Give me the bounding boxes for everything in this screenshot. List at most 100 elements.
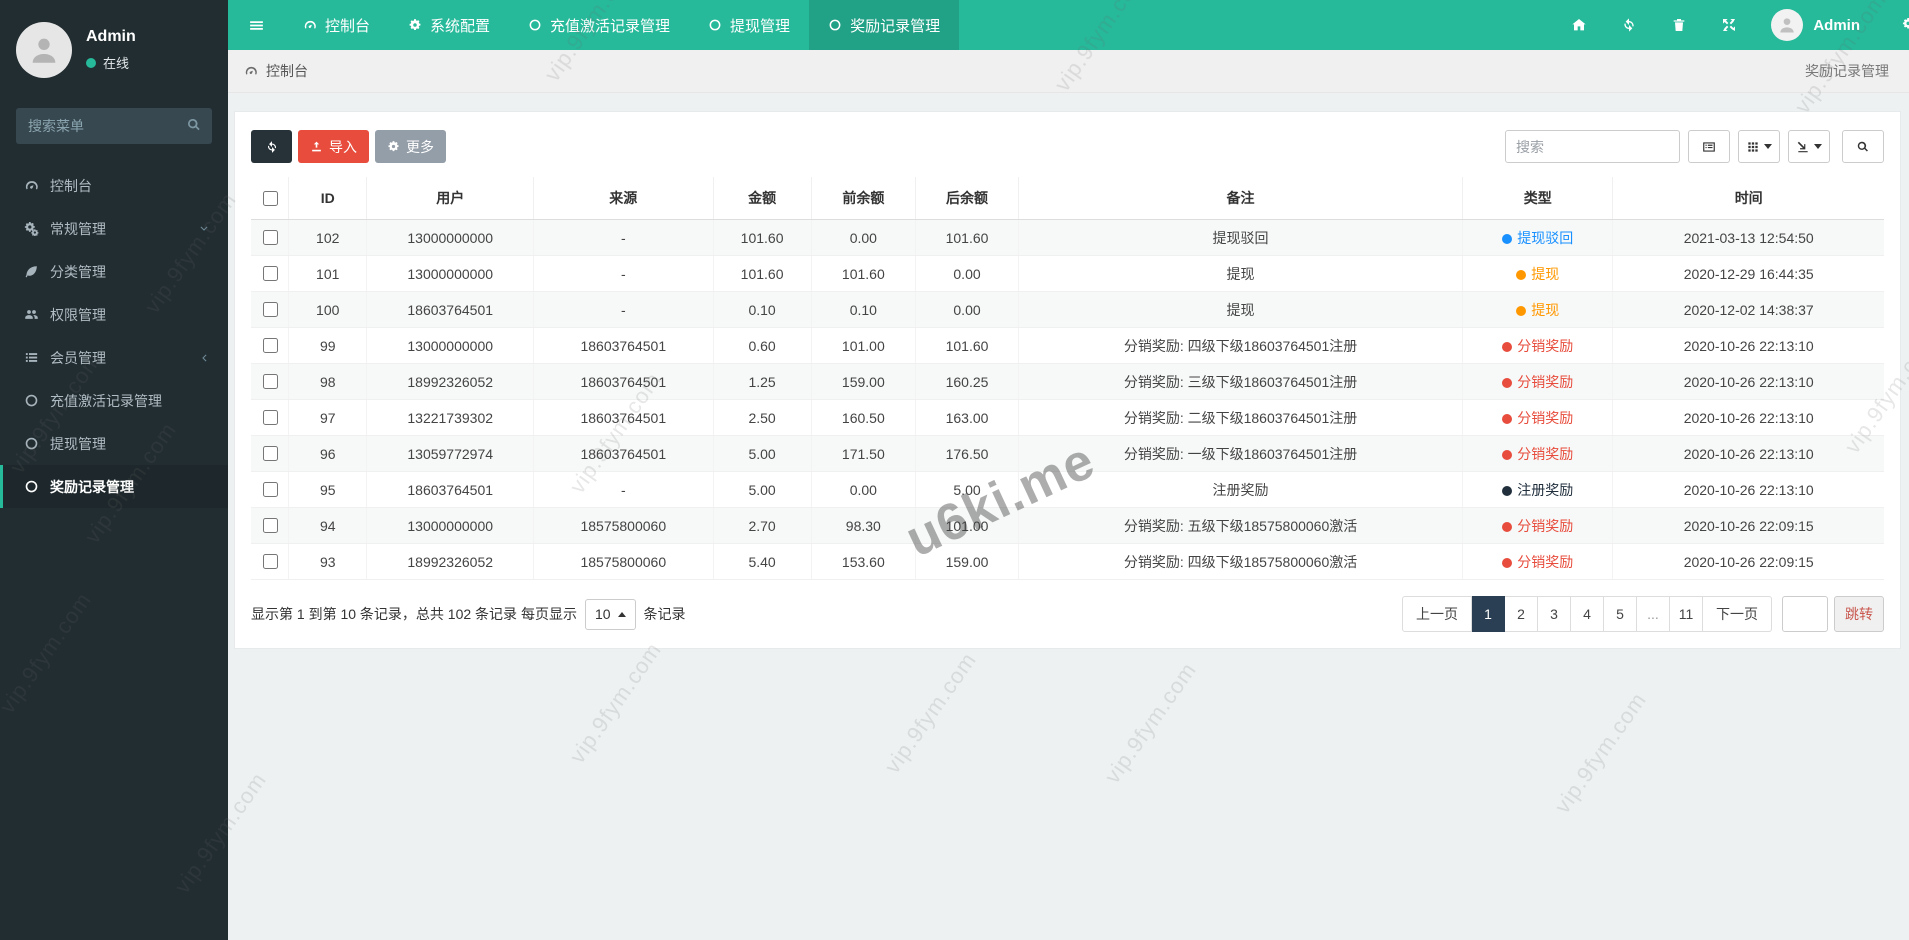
upload-icon — [310, 140, 323, 153]
chevron-left-icon — [198, 352, 210, 364]
topnav-item-2[interactable]: 系统配置 — [389, 0, 509, 50]
columns-button[interactable] — [1738, 130, 1780, 163]
gears-icon — [24, 221, 50, 236]
hamburger-icon — [248, 17, 265, 34]
column-header[interactable]: 用户 — [366, 177, 534, 220]
export-icon — [1796, 140, 1810, 154]
topnav-item-4[interactable]: 提现管理 — [689, 0, 809, 50]
page-button-11[interactable]: 11 — [1670, 596, 1703, 632]
page-button-1[interactable]: 1 — [1472, 596, 1505, 632]
column-header[interactable]: 来源 — [532, 177, 714, 220]
table-search-input[interactable] — [1505, 130, 1680, 163]
user-name: Admin — [1813, 16, 1860, 34]
time-cell: 2020-12-29 16:44:35 — [1612, 255, 1884, 292]
row-checkbox[interactable] — [262, 374, 278, 389]
avatar — [16, 22, 72, 78]
type-dot-icon — [1516, 305, 1527, 316]
row-checkbox[interactable] — [262, 410, 278, 425]
page-button-3[interactable]: 3 — [1538, 596, 1571, 632]
column-header[interactable]: 金额 — [712, 177, 812, 220]
pagination: 上一页 1 2 3 4 5... 11 下一页 — [1402, 596, 1772, 632]
export-button[interactable] — [1788, 130, 1830, 163]
topnav-item-5[interactable]: 奖励记录管理 — [809, 0, 960, 50]
page-next-button[interactable]: 下一页 — [1703, 596, 1772, 632]
topnav-item-label: 奖励记录管理 — [850, 17, 941, 35]
table-cell: - — [532, 255, 714, 292]
sidebar-item-4[interactable]: 权限管理 — [0, 293, 228, 336]
column-header[interactable]: 备注 — [1017, 177, 1464, 220]
page-button-4[interactable]: 4 — [1571, 596, 1604, 632]
column-header[interactable]: ID — [288, 177, 368, 220]
more-button[interactable]: 更多 — [375, 130, 446, 163]
list-icon — [24, 350, 50, 365]
table-cell: 2.50 — [712, 399, 812, 436]
page-size-select[interactable]: 10 — [584, 598, 636, 630]
content-area: 导入 更多 ID用户来源金额前余额后余额备注类型时间10213000000000… — [228, 93, 1909, 940]
breadcrumb[interactable]: 控制台 — [244, 61, 308, 81]
sidebar-item-label: 奖励记录管理 — [50, 478, 134, 495]
column-header[interactable]: 类型 — [1462, 177, 1614, 220]
row-checkbox[interactable] — [262, 266, 278, 281]
type-cell: 分销奖励 — [1462, 363, 1614, 400]
import-button[interactable]: 导入 — [298, 130, 369, 163]
hamburger-button[interactable] — [228, 0, 284, 50]
column-header[interactable]: 前余额 — [810, 177, 917, 220]
row-checkbox[interactable] — [262, 230, 278, 245]
page-button-5[interactable]: 5 — [1604, 596, 1637, 632]
type-cell: 注册奖励 — [1462, 471, 1614, 508]
jump-page-input[interactable] — [1782, 596, 1828, 632]
trash-button[interactable] — [1671, 17, 1687, 33]
table-cell: - — [532, 471, 714, 508]
row-checkbox[interactable] — [262, 302, 278, 317]
expand-button[interactable] — [1721, 17, 1737, 33]
time-cell: 2020-10-26 22:13:10 — [1612, 363, 1884, 400]
table-cell: 171.50 — [810, 435, 917, 472]
row-checkbox[interactable] — [262, 554, 278, 569]
page-prev-button[interactable]: 上一页 — [1402, 596, 1472, 632]
circle-icon — [24, 479, 50, 494]
search-button[interactable] — [1842, 130, 1884, 163]
sidebar-item-8[interactable]: 奖励记录管理 — [0, 465, 228, 508]
user-menu[interactable]: Admin — [1771, 9, 1860, 41]
header-checkbox-cell — [251, 177, 290, 220]
sidebar-item-3[interactable]: 分类管理 — [0, 250, 228, 293]
select-all-checkbox[interactable] — [262, 190, 278, 206]
table-cell: 0.10 — [712, 291, 812, 328]
row-checkbox[interactable] — [262, 482, 278, 497]
column-header[interactable]: 时间 — [1612, 177, 1884, 220]
sidebar-item-7[interactable]: 提现管理 — [0, 422, 228, 465]
topnav-item-1[interactable]: 控制台 — [284, 0, 389, 50]
sidebar-item-5[interactable]: 会员管理 — [0, 336, 228, 379]
type-dot-icon — [1502, 341, 1513, 352]
row-checkbox[interactable] — [262, 338, 278, 353]
detail-view-button[interactable] — [1688, 130, 1730, 163]
sidebar-search-input[interactable] — [16, 108, 212, 144]
home-button[interactable] — [1571, 17, 1587, 33]
row-checkbox-cell — [251, 291, 290, 328]
refresh-button[interactable] — [251, 130, 292, 163]
settings-button[interactable] — [1902, 17, 1909, 33]
row-checkbox[interactable] — [262, 518, 278, 533]
sidebar-item-2[interactable]: 常规管理 — [0, 207, 228, 250]
page-button-2[interactable]: 2 — [1505, 596, 1538, 632]
table-cell: 分销奖励: 四级下级18603764501注册 — [1017, 327, 1464, 364]
type-dot-icon — [1502, 233, 1513, 244]
sidebar-item-6[interactable]: 充值激活记录管理 — [0, 379, 228, 422]
table-cell: 0.00 — [810, 219, 917, 256]
sidebar-item-label: 常规管理 — [50, 220, 106, 237]
topnav-item-3[interactable]: 充值激活记录管理 — [509, 0, 689, 50]
table-footer: 显示第 1 到第 10 条记录，总共 102 条记录 每页显示 10 条记录 上… — [251, 596, 1884, 632]
refresh-button[interactable] — [1621, 17, 1637, 33]
trash-icon — [1671, 17, 1687, 33]
table-cell: 97 — [288, 399, 368, 436]
table-cell: 101.60 — [915, 219, 1019, 256]
gear-icon — [387, 140, 400, 153]
row-checkbox[interactable] — [262, 446, 278, 461]
row-checkbox-cell — [251, 543, 290, 580]
pagination-summary: 显示第 1 到第 10 条记录，总共 102 条记录 每页显示 10 条记录 — [251, 598, 686, 630]
column-header[interactable]: 后余额 — [915, 177, 1019, 220]
type-dot-icon — [1502, 449, 1513, 460]
table-header-row: ID 用户 来源 金额 前余额 后余额 备注 类型 时间 — [251, 177, 1884, 220]
jump-button[interactable]: 跳转 — [1834, 596, 1884, 632]
sidebar-item-1[interactable]: 控制台 — [0, 164, 228, 207]
